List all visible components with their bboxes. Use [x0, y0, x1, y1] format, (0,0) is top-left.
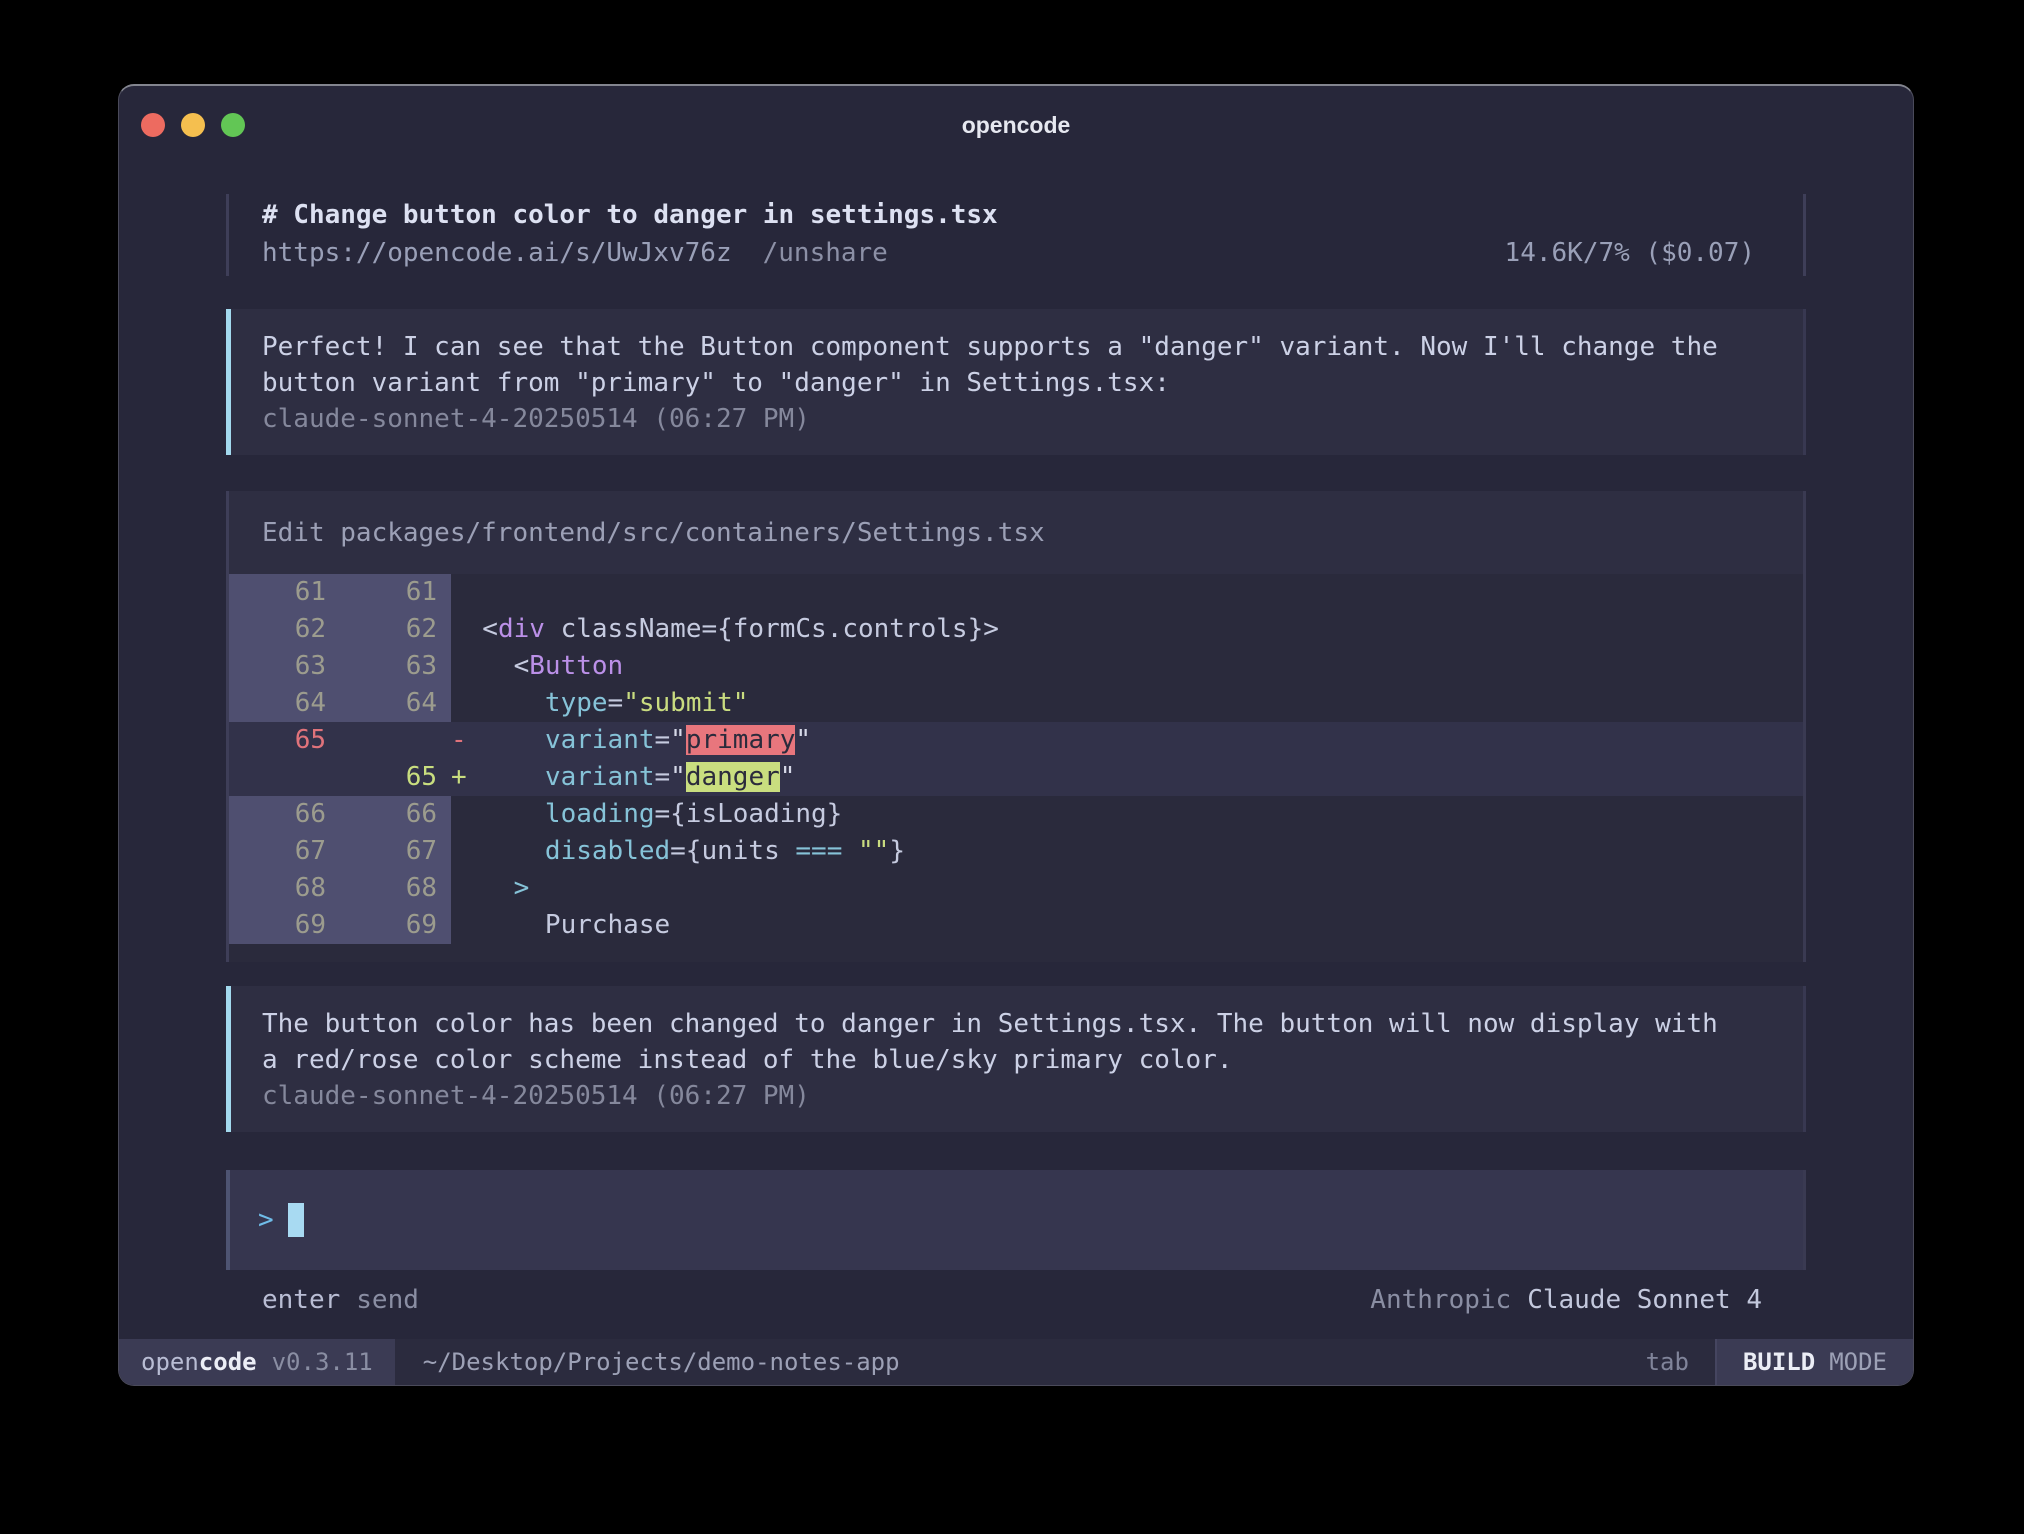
- message-line: Perfect! I can see that the Button compo…: [262, 329, 1763, 365]
- diff-code-line: Purchase: [451, 907, 670, 944]
- diff-row: 6161: [229, 574, 1803, 611]
- text-cursor: [288, 1203, 304, 1237]
- message-line: a red/rose color scheme instead of the b…: [262, 1042, 1763, 1078]
- diff-gutter: 6161: [229, 574, 451, 611]
- diff-row: 6868 >: [229, 870, 1803, 907]
- diff-row: 65+ variant="danger": [229, 759, 1803, 796]
- line-number-new: [340, 722, 451, 759]
- working-directory: ~/Desktop/Projects/demo-notes-app: [423, 1339, 900, 1385]
- line-number-new: 63: [340, 648, 451, 685]
- line-number-old: [229, 759, 340, 796]
- line-number-new: 62: [340, 611, 451, 648]
- minimize-window-button[interactable]: [181, 113, 205, 137]
- token-cost-stats: 14.6K/7% ($0.07): [1505, 234, 1755, 272]
- diff-gutter: 6868: [229, 870, 451, 907]
- line-number-old: 65: [229, 722, 340, 759]
- input-footer: enter send Anthropic Claude Sonnet 4: [226, 1282, 1806, 1318]
- diff-gutter: 6969: [229, 907, 451, 944]
- tab-key-hint: tab: [1646, 1339, 1689, 1385]
- message-text: The button color has been changed to dan…: [262, 1006, 1763, 1078]
- status-bar-right: tab BUILD MODE: [1646, 1339, 1913, 1385]
- model-name-label: Claude Sonnet 4: [1527, 1285, 1762, 1315]
- enter-send-hint: enter send: [262, 1285, 419, 1315]
- message-text: Perfect! I can see that the Button compo…: [262, 329, 1763, 401]
- window-titlebar: opencode: [119, 86, 1913, 164]
- diff-code-line: >: [451, 870, 529, 907]
- line-number-new: 66: [340, 796, 451, 833]
- diff-code-line: - variant="primary": [451, 722, 811, 759]
- share-row: https://opencode.ai/s/UwJxv76z /unshare …: [262, 234, 1755, 272]
- mode-label-rest: MODE: [1829, 1348, 1887, 1376]
- line-number-new: 64: [340, 685, 451, 722]
- share-url-link[interactable]: https://opencode.ai/s/UwJxv76z: [262, 234, 732, 272]
- prompt-symbol: >: [258, 1205, 274, 1235]
- diff-row: 6464 type="submit": [229, 685, 1803, 722]
- mode-label-bold: BUILD: [1743, 1348, 1815, 1376]
- message-line: button variant from "primary" to "danger…: [262, 365, 1763, 401]
- model-indicator: Anthropic Claude Sonnet 4: [1370, 1285, 1762, 1315]
- diff-gutter: 6464: [229, 685, 451, 722]
- hint-key-label: enter: [262, 1285, 340, 1315]
- app-version-chip: opencode v0.3.11: [119, 1339, 395, 1385]
- diff-code-line: <Button: [451, 648, 623, 685]
- diff-row: 6969 Purchase: [229, 907, 1803, 944]
- hint-action-label: send: [356, 1285, 419, 1315]
- app-name-code: code: [199, 1348, 257, 1376]
- diff-gutter: 65: [229, 759, 451, 796]
- diff-row: 65 - variant="primary": [229, 722, 1803, 759]
- line-number-new: 65: [340, 759, 451, 796]
- diff-row: 6363 <Button: [229, 648, 1803, 685]
- line-number-old: 61: [229, 574, 340, 611]
- assistant-message: Perfect! I can see that the Button compo…: [226, 309, 1806, 455]
- diff-gutter: 6262: [229, 611, 451, 648]
- app-name-open: open: [141, 1348, 199, 1376]
- edit-tool-block: Edit packages/frontend/src/containers/Se…: [226, 491, 1806, 962]
- window-title: opencode: [962, 112, 1071, 139]
- diff-code-line: <div className={formCs.controls}>: [451, 611, 999, 648]
- diff-gutter: 6666: [229, 796, 451, 833]
- edit-file-header: Edit packages/frontend/src/containers/Se…: [229, 491, 1803, 574]
- session-content: # Change button color to danger in setti…: [226, 164, 1806, 1339]
- line-number-new: 68: [340, 870, 451, 907]
- diff-row: 6262 <div className={formCs.controls}>: [229, 611, 1803, 648]
- diff-code-line: disabled={units === ""}: [451, 833, 905, 870]
- diff-code-line: loading={isLoading}: [451, 796, 842, 833]
- line-number-old: 66: [229, 796, 340, 833]
- session-title: # Change button color to danger in setti…: [262, 196, 1755, 234]
- diff-code-line: + variant="danger": [451, 759, 795, 796]
- model-timestamp: claude-sonnet-4-20250514 (06:27 PM): [262, 401, 1763, 437]
- session-header: # Change button color to danger in setti…: [226, 194, 1806, 276]
- maximize-window-button[interactable]: [221, 113, 245, 137]
- mode-chip: BUILD MODE: [1715, 1339, 1913, 1385]
- line-number-new: 69: [340, 907, 451, 944]
- diff-gutter: 65: [229, 722, 451, 759]
- line-number-new: 67: [340, 833, 451, 870]
- assistant-message: The button color has been changed to dan…: [226, 986, 1806, 1132]
- diff-view: 61616262 <div className={formCs.controls…: [229, 574, 1803, 962]
- line-number-old: 64: [229, 685, 340, 722]
- diff-row: 6767 disabled={units === ""}: [229, 833, 1803, 870]
- traffic-lights: [141, 86, 245, 164]
- prompt-input[interactable]: >: [226, 1170, 1806, 1270]
- close-window-button[interactable]: [141, 113, 165, 137]
- app-version: v0.3.11: [272, 1348, 373, 1376]
- line-number-old: 62: [229, 611, 340, 648]
- opencode-window: opencode # Change button color to danger…: [118, 84, 1914, 1386]
- provider-label: Anthropic: [1370, 1285, 1511, 1315]
- diff-gutter: 6767: [229, 833, 451, 870]
- line-number-new: 61: [340, 574, 451, 611]
- model-timestamp: claude-sonnet-4-20250514 (06:27 PM): [262, 1078, 1763, 1114]
- line-number-old: 63: [229, 648, 340, 685]
- diff-row: 6666 loading={isLoading}: [229, 796, 1803, 833]
- diff-gutter: 6363: [229, 648, 451, 685]
- diff-code-line: type="submit": [451, 685, 748, 722]
- status-bar: opencode v0.3.11 ~/Desktop/Projects/demo-…: [119, 1339, 1913, 1385]
- line-number-old: 67: [229, 833, 340, 870]
- unshare-command[interactable]: /unshare: [763, 234, 888, 272]
- line-number-old: 68: [229, 870, 340, 907]
- line-number-old: 69: [229, 907, 340, 944]
- message-line: The button color has been changed to dan…: [262, 1006, 1763, 1042]
